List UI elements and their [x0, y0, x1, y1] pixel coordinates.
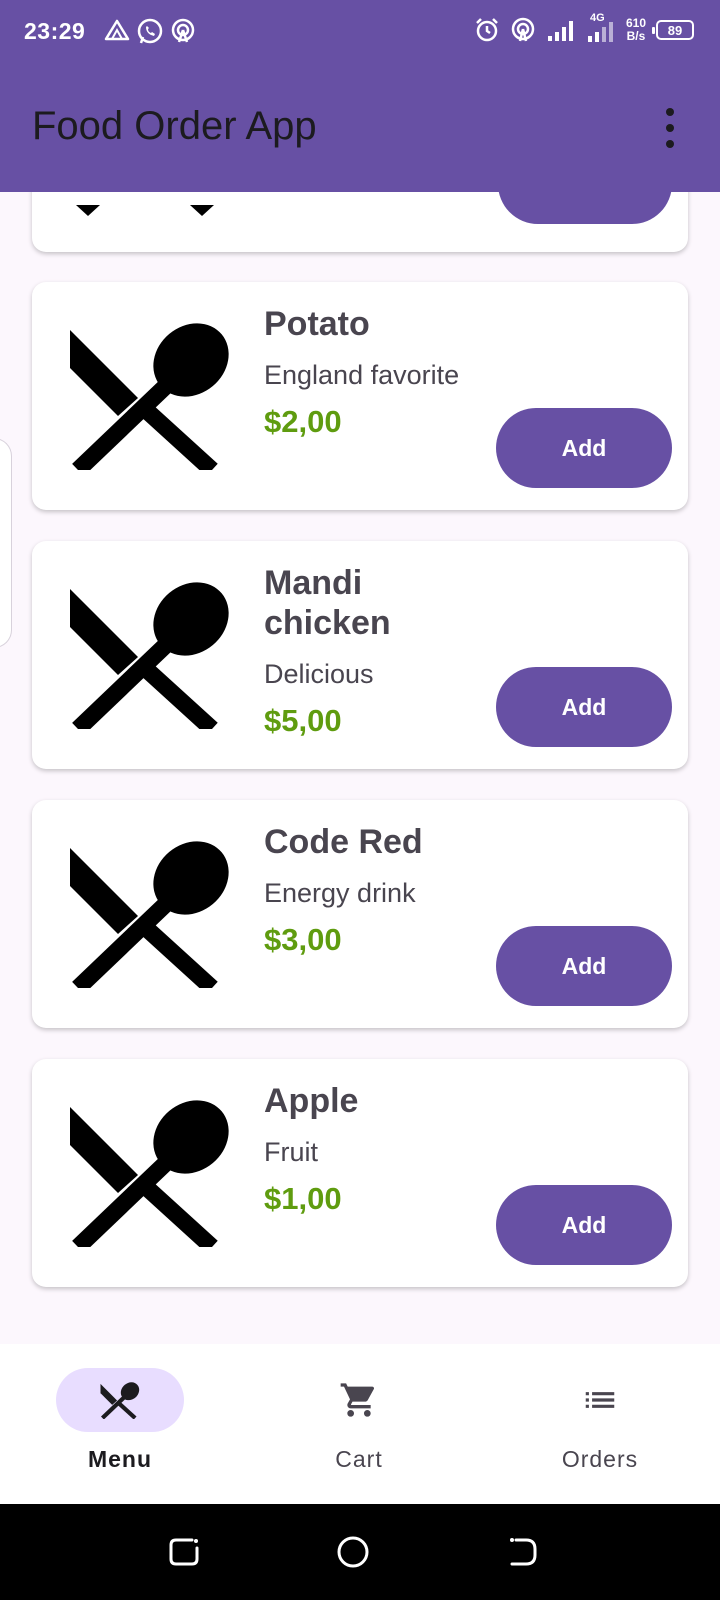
hotspot-icon	[171, 18, 195, 43]
home-icon[interactable]	[335, 1534, 371, 1570]
item-description: Delicious	[264, 659, 374, 689]
edge-panel-handle[interactable]	[0, 438, 12, 648]
battery-indicator: 89	[652, 20, 694, 40]
drive-icon	[104, 19, 130, 41]
item-description: England favorite	[264, 360, 460, 390]
net-speed-unit: B/s	[626, 29, 646, 43]
add-button[interactable]: Add	[496, 1185, 672, 1265]
item-name: Apple	[264, 1082, 359, 1120]
menu-list[interactable]: Potato England favorite $2,00 Add Mandi …	[0, 192, 720, 1344]
item-name: Mandi chicken	[264, 564, 391, 642]
app-title: Food Order App	[32, 104, 317, 148]
system-navigation-bar	[0, 1504, 720, 1600]
signal-icon	[587, 22, 613, 42]
restaurant-icon	[70, 582, 229, 729]
add-button[interactable]: Add	[496, 667, 672, 747]
restaurant-icon	[70, 1100, 229, 1247]
partial-icon-fragment	[76, 205, 100, 216]
add-button-partial[interactable]	[498, 192, 672, 224]
partial-icon-fragment	[190, 205, 214, 216]
recents-icon[interactable]	[166, 1534, 202, 1570]
status-left-icons	[104, 18, 196, 46]
nav-label-menu: Menu	[87, 1446, 153, 1472]
status-time: 23:29	[24, 18, 86, 44]
restaurant-icon	[100, 1382, 140, 1419]
net-speed: 610 B/s	[626, 17, 646, 43]
nav-item-orders[interactable]: Orders	[500, 1368, 700, 1488]
item-price: $5,00	[264, 703, 342, 738]
item-description: Energy drink	[264, 878, 416, 908]
whatsapp-icon	[137, 18, 163, 44]
restaurant-icon	[70, 841, 229, 988]
menu-card: Apple Fruit $1,00 Add	[32, 1059, 688, 1287]
app-bar: Food Order App	[0, 64, 720, 192]
signal-4g: 4G	[586, 12, 616, 44]
item-name: Potato	[264, 305, 370, 343]
nav-item-cart[interactable]: Cart	[259, 1368, 459, 1488]
item-price: $1,00	[264, 1181, 342, 1216]
back-icon[interactable]	[504, 1534, 540, 1570]
hotspot-icon	[511, 17, 535, 42]
restaurant-icon	[70, 323, 229, 470]
alarm-icon	[476, 18, 498, 42]
bottom-navigation: Menu Cart Orders	[0, 1344, 720, 1504]
menu-card-partial	[32, 192, 688, 252]
item-price: $3,00	[264, 922, 342, 957]
nav-item-menu[interactable]: Menu	[20, 1368, 220, 1488]
list-icon	[585, 1392, 615, 1408]
item-description: Fruit	[264, 1137, 318, 1167]
item-price: $2,00	[264, 404, 342, 439]
signal-icon	[547, 21, 573, 41]
add-button[interactable]: Add	[496, 408, 672, 488]
add-button[interactable]: Add	[496, 926, 672, 1006]
status-right-icons: 4G 610 B/s 89	[474, 12, 694, 44]
more-vert-icon[interactable]	[658, 108, 682, 148]
menu-card: Code Red Energy drink $3,00 Add	[32, 800, 688, 1028]
nav-icon-container	[295, 1368, 423, 1432]
item-name: Code Red	[264, 823, 423, 861]
nav-icon-container	[536, 1368, 664, 1432]
nav-active-indicator	[56, 1368, 184, 1432]
menu-card: Potato England favorite $2,00 Add	[32, 282, 688, 510]
nav-label-orders: Orders	[561, 1446, 639, 1472]
status-bar: 23:29 4G 610 B/s 89	[0, 0, 720, 64]
menu-card: Mandi chicken Delicious $5,00 Add	[32, 541, 688, 769]
cart-icon	[340, 1383, 375, 1417]
nav-label-cart: Cart	[335, 1446, 383, 1472]
